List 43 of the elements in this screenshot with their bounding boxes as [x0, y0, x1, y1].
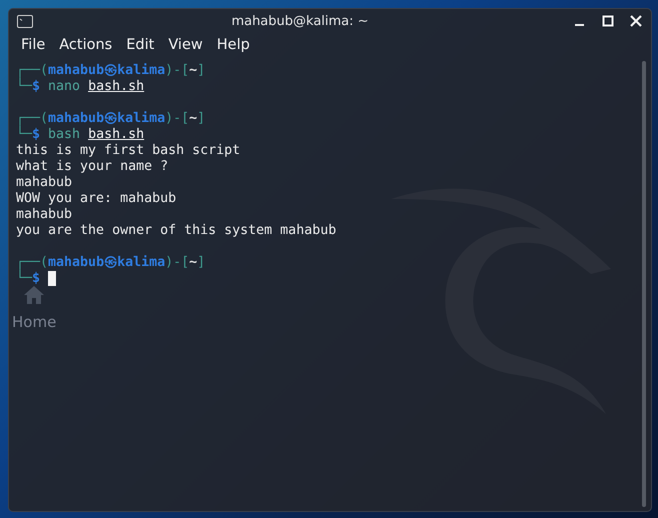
window-title: mahabub@kalima: ~ [230, 14, 370, 28]
desktop-icon-label[interactable]: Home [12, 313, 56, 331]
prompt-frame: └─ [16, 127, 32, 143]
maximize-icon[interactable] [601, 14, 615, 28]
prompt-user-host: mahabub㉿kalima [48, 111, 166, 127]
prompt-frame: ] [197, 63, 206, 79]
command-argument: bash.sh [88, 79, 144, 95]
prompt-frame: └─ [16, 271, 32, 287]
prompt-frame: ] [197, 255, 206, 271]
prompt-directory: ~ [189, 255, 198, 271]
output-line: this is my first bash script [16, 143, 240, 159]
prompt-sign: $ [32, 79, 40, 95]
prompt-frame: └─ [16, 79, 32, 95]
prompt-frame: ] [197, 111, 206, 127]
menu-item[interactable]: Help [210, 35, 256, 55]
close-icon[interactable] [629, 14, 643, 28]
prompt-directory: ~ [189, 63, 198, 79]
command-text: nano [48, 79, 80, 95]
menu-item[interactable]: File [15, 35, 52, 55]
prompt-frame: )-[ [165, 63, 190, 79]
prompt-user-host: mahabub㉿kalima [48, 63, 166, 79]
prompt-sign: $ [32, 271, 40, 287]
output-line: mahabub [16, 207, 72, 223]
menu-item[interactable]: View [162, 35, 209, 55]
prompt-directory: ~ [189, 111, 198, 127]
output-line: mahabub [16, 175, 72, 191]
prompt-frame: )-[ [165, 111, 190, 127]
terminal-icon [17, 14, 33, 28]
scrollbar[interactable] [642, 61, 646, 507]
prompt-user-host: mahabub㉿kalima [48, 255, 166, 271]
menu-item[interactable]: Edit [120, 35, 160, 55]
command-argument: bash.sh [88, 127, 144, 143]
output-line: you are the owner of this system mahabub [16, 223, 336, 239]
text-cursor [48, 271, 56, 286]
prompt-sign: $ [32, 127, 40, 143]
menu-item[interactable]: Actions [53, 35, 118, 55]
prompt-frame: ┌──( [16, 111, 48, 127]
prompt-frame: ┌──( [16, 63, 48, 79]
command-text: bash [48, 127, 80, 143]
output-line: WOW you are: mahabub [16, 191, 176, 207]
prompt-frame: ┌──( [16, 255, 48, 271]
prompt-frame: )-[ [165, 255, 190, 271]
output-line: what is your name ? [16, 159, 168, 175]
